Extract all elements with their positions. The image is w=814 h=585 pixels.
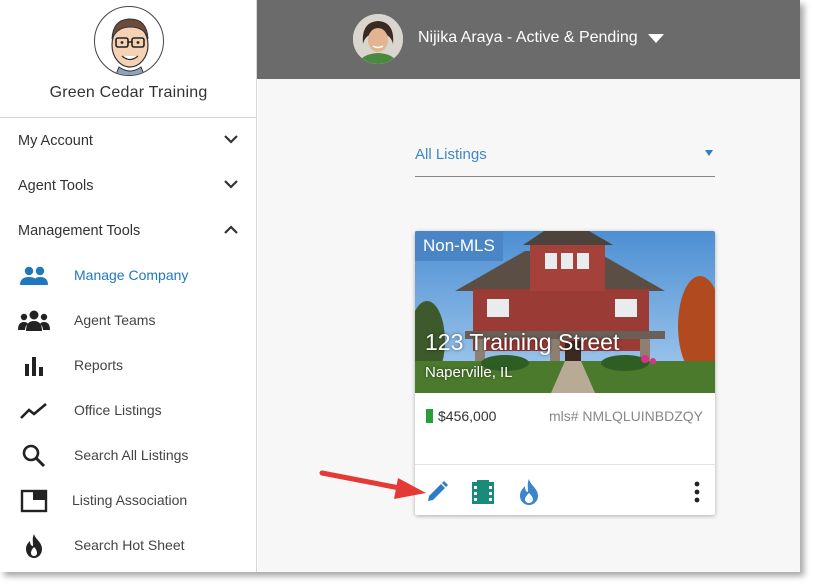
company-profile: Green Cedar Training bbox=[0, 0, 256, 118]
chevron-down-icon bbox=[224, 135, 238, 144]
callout-arrow-icon bbox=[319, 470, 426, 499]
nav-section-my-account[interactable]: My Account bbox=[0, 118, 257, 163]
nav-section-label: Management Tools bbox=[18, 222, 141, 239]
listing-filter-value: All Listings bbox=[415, 146, 487, 163]
sidebar-item-label: Office Listings bbox=[74, 402, 162, 418]
listing-type-badge: Non-MLS bbox=[415, 231, 503, 261]
nav-section-label: My Account bbox=[18, 132, 93, 149]
dropdown-arrow-icon bbox=[705, 150, 713, 156]
top-bar: Nijika Araya - Active & Pending bbox=[257, 0, 800, 79]
chevron-up-icon bbox=[224, 225, 238, 234]
flame-icon[interactable] bbox=[515, 478, 543, 506]
listing-details: $456,000 mls# NMLQLUINBDZQY bbox=[415, 393, 715, 465]
sidebar-item-label: Search All Listings bbox=[74, 447, 189, 463]
sidebar-item-label: Search Hot Sheet bbox=[74, 537, 185, 553]
sidebar-item-listing-association[interactable]: Listing Association bbox=[0, 478, 257, 523]
flame-icon bbox=[18, 533, 50, 559]
chevron-down-icon bbox=[224, 180, 238, 189]
trend-line-icon bbox=[18, 398, 50, 424]
listing-filter-select[interactable]: All Listings bbox=[415, 137, 715, 177]
sidebar-item-manage-company[interactable]: Manage Company bbox=[0, 253, 257, 298]
sidebar-item-office-listings[interactable]: Office Listings bbox=[0, 388, 257, 433]
company-avatar[interactable] bbox=[94, 6, 164, 76]
sidebar-item-reports[interactable]: Reports bbox=[0, 343, 257, 388]
sidebar-item-agent-teams[interactable]: Agent Teams bbox=[0, 298, 257, 343]
window-icon bbox=[18, 488, 50, 514]
listing-city: Naperville, IL bbox=[425, 364, 513, 381]
nav-section-label: Agent Tools bbox=[18, 177, 94, 194]
listing-address: 123 Training Street bbox=[425, 329, 620, 355]
company-name: Green Cedar Training bbox=[49, 84, 208, 101]
user-avatar[interactable] bbox=[353, 14, 403, 64]
listing-photo[interactable]: Non-MLS 123 Training Street Naperville, … bbox=[415, 231, 715, 393]
status-indicator bbox=[426, 409, 433, 423]
listing-actions bbox=[415, 465, 715, 515]
listing-price: $456,000 bbox=[438, 408, 497, 424]
team-icon bbox=[18, 308, 50, 334]
nav-section-agent-tools[interactable]: Agent Tools bbox=[0, 163, 257, 208]
sidebar-item-search-hot-sheet[interactable]: Search Hot Sheet bbox=[0, 523, 257, 568]
sidebar-item-label: Reports bbox=[74, 357, 124, 373]
listing-mls-number: mls# NMLQLUINBDZQY bbox=[548, 408, 703, 424]
search-icon bbox=[18, 443, 50, 469]
more-vert-icon[interactable] bbox=[683, 478, 711, 506]
listing-card[interactable]: Non-MLS 123 Training Street Naperville, … bbox=[415, 231, 715, 515]
group-icon bbox=[18, 263, 50, 289]
user-name-dropdown[interactable]: Nijika Araya - Active & Pending bbox=[418, 29, 638, 47]
caret-down-icon[interactable] bbox=[648, 34, 664, 43]
nav-section-management-tools[interactable]: Management Tools bbox=[0, 208, 257, 253]
sidebar-item-label: Manage Company bbox=[74, 267, 189, 283]
sidebar-item-label: Agent Teams bbox=[74, 312, 156, 328]
sidebar-item-search-all-listings[interactable]: Search All Listings bbox=[0, 433, 257, 478]
sidebar-item-label: Listing Association bbox=[72, 492, 188, 508]
bar-chart-icon bbox=[18, 353, 50, 379]
film-strip-icon[interactable] bbox=[469, 478, 497, 506]
sidebar: Green Cedar Training My Account Agent To… bbox=[0, 0, 257, 572]
